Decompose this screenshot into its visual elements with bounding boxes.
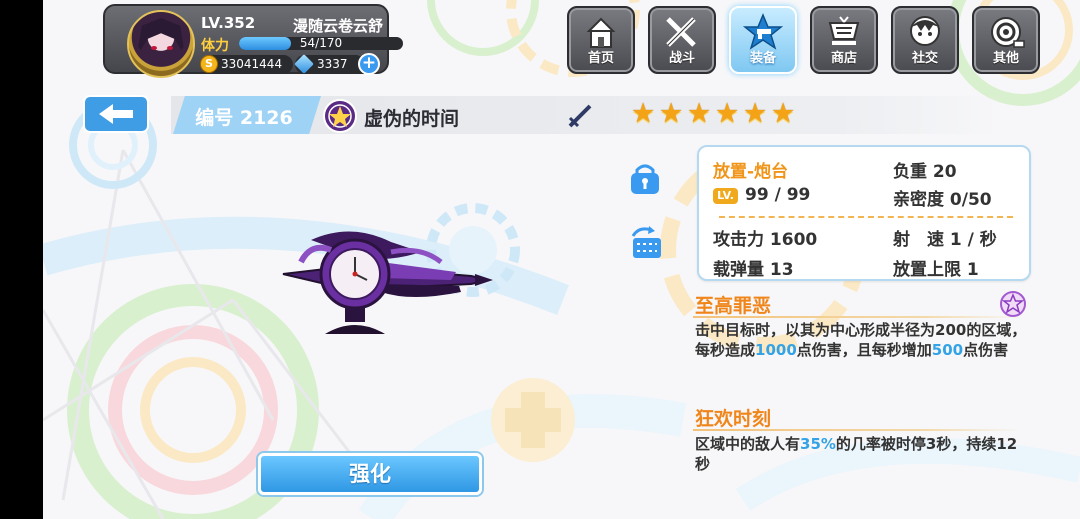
skill-1-damage-value: 1000 <box>755 341 797 359</box>
nav-equipment-button[interactable]: 装备 <box>729 6 797 74</box>
equipment-screen: LV.352 漫随云卷云舒 体力 54/170 S 33041444 3337 … <box>43 0 1080 519</box>
gem-counter: 3337 <box>294 54 365 74</box>
gem-value: 3337 <box>317 57 348 71</box>
star-rating: ★ ★ ★ ★ ★ ★ <box>631 98 801 129</box>
skill-2-title: 狂欢时刻 <box>695 408 772 430</box>
star-icon: ★ <box>743 98 768 129</box>
player-info-card[interactable]: LV.352 漫随云卷云舒 体力 54/170 S 33041444 3337 … <box>103 4 403 78</box>
skill-1-title: 至高罪恶 <box>695 295 772 317</box>
stat-divider <box>719 216 1013 218</box>
stats-panel: 放置-炮台 负重 20 LV. 99 / 99 亲密度 0/50 攻击力 160… <box>697 145 1031 281</box>
skill-1-text-b: 点伤害，且每秒增加 <box>796 341 932 359</box>
stat-ammo: 载弹量 13 <box>713 260 794 280</box>
nav-battle-button[interactable]: 战斗 <box>648 6 716 74</box>
nav-social-label: 社交 <box>911 51 938 66</box>
character-icon <box>910 16 940 46</box>
nav-equipment-label: 装备 <box>749 51 776 66</box>
lock-icon[interactable] <box>627 160 663 196</box>
weapon-type: 放置-炮台 <box>713 162 789 182</box>
gold-counter: S 33041444 <box>200 55 293 74</box>
star-icon: ★ <box>631 98 656 129</box>
skill-2-description: 区域中的敌人有35%的几率被时停3秒，持续12秒 <box>695 434 1031 474</box>
nav-shop-label: 商店 <box>830 51 857 66</box>
target-icon <box>991 17 1025 48</box>
house-icon <box>586 17 616 48</box>
upgrade-button[interactable]: 强化 <box>258 453 482 495</box>
player-level: LV.352 <box>201 14 256 32</box>
gem-icon <box>294 54 314 74</box>
nav-shop-button[interactable]: 商店 <box>810 6 878 74</box>
skill-2-chance-value: 35% <box>800 435 836 453</box>
gold-value: 33041444 <box>221 57 283 71</box>
weapon-serial: 编号 2126 <box>195 107 293 129</box>
skill-1-increase-value: 500 <box>931 341 964 359</box>
player-name: 漫随云卷云舒 <box>292 17 383 35</box>
star-icon: ★ <box>687 98 712 129</box>
stamina-label: 体力 <box>201 38 229 54</box>
avatar-hair <box>137 18 185 56</box>
nav-social-button[interactable]: 社交 <box>891 6 959 74</box>
pentagram-icon <box>323 99 357 133</box>
nav-other-button[interactable]: 其他 <box>972 6 1040 74</box>
shop-icon <box>828 16 860 45</box>
avatar-eye-left <box>151 46 157 50</box>
skill-2-text-a: 区域中的敌人有 <box>695 435 801 453</box>
star-icon: ★ <box>715 98 740 129</box>
skill-1-underline <box>693 316 1021 318</box>
star-icon: ★ <box>771 98 796 129</box>
stat-place-limit: 放置上限 1 <box>893 260 979 280</box>
gold-coin-icon: S <box>200 55 218 73</box>
level-badge: LV. <box>713 188 738 204</box>
stamina-value: 54/170 <box>299 36 343 50</box>
skill-2-underline <box>693 429 1021 431</box>
star-icon: ★ <box>659 98 684 129</box>
avatar-eye-right <box>167 46 173 50</box>
skill-1-description: 击中目标时，以其为中心形成半径为200的区域，每秒造成1000点伤害，且每秒增加… <box>695 320 1031 360</box>
nav-home-label: 首页 <box>587 51 614 66</box>
weapon-name: 虚伪的时间 <box>364 108 460 130</box>
nav-other-label: 其他 <box>992 51 1019 66</box>
nav-home-button[interactable]: 首页 <box>567 6 635 74</box>
stat-weight: 负重 20 <box>893 162 957 182</box>
clock-turret-weapon-image <box>282 231 493 334</box>
sword-icon <box>568 104 592 128</box>
nav-battle-label: 战斗 <box>668 51 695 66</box>
crossed-swords-icon <box>666 17 696 47</box>
stat-affinity: 亲密度 0/50 <box>893 190 992 210</box>
avatar[interactable] <box>127 10 195 78</box>
star-gun-icon <box>742 13 784 50</box>
weapon-level: 99 / 99 <box>745 185 811 205</box>
skill-1-text-c: 点伤害 <box>963 341 1009 359</box>
add-gem-button[interactable]: + <box>358 53 380 75</box>
back-button[interactable] <box>83 95 149 133</box>
stat-attack: 攻击力 1600 <box>713 230 818 250</box>
stat-fire-rate: 射 速 1 / 秒 <box>893 230 997 250</box>
recycle-bin-icon[interactable] <box>627 224 665 262</box>
pentagram-badge-icon <box>1000 291 1026 317</box>
